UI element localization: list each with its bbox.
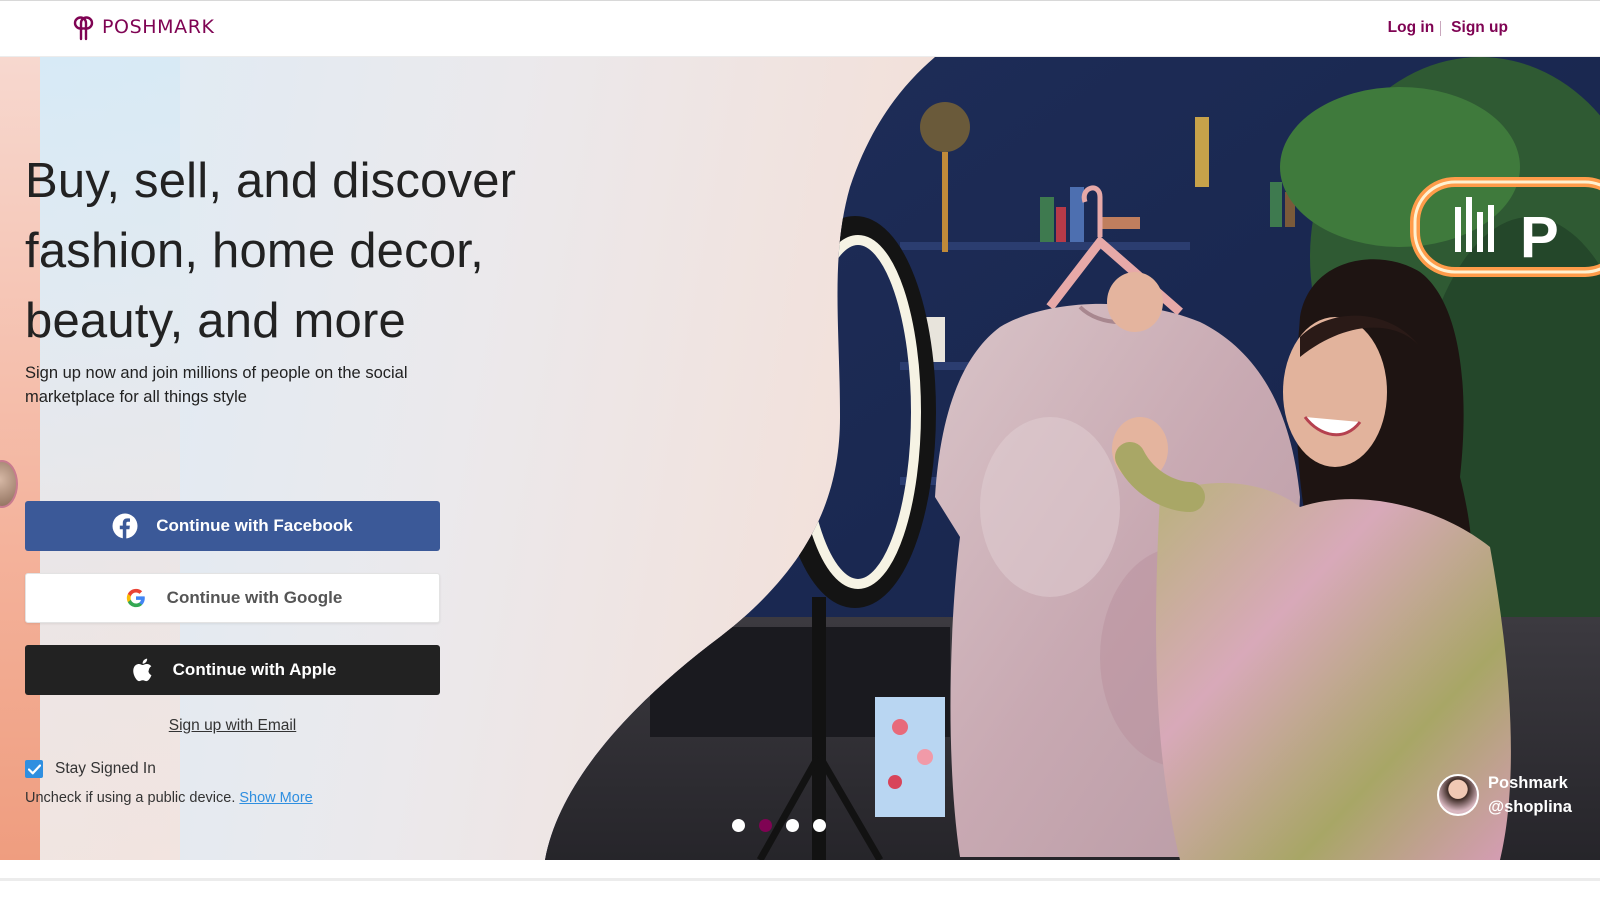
facebook-icon xyxy=(112,513,138,539)
carousel-dot[interactable] xyxy=(786,819,799,832)
poshmark-logo-icon xyxy=(73,16,94,41)
public-device-note: Uncheck if using a public device. Show Mo… xyxy=(25,790,313,806)
credit-avatar xyxy=(1437,774,1479,816)
facebook-button-label: Continue with Facebook xyxy=(156,516,353,535)
apple-button-label: Continue with Apple xyxy=(172,660,337,679)
hero-subline: Sign up now and join millions of people … xyxy=(25,364,408,406)
credit-line-2: @shoplina xyxy=(1488,798,1572,816)
credit-line-1: Poshmark xyxy=(1488,774,1568,792)
carousel-dot-active[interactable] xyxy=(759,819,772,832)
bottom-divider xyxy=(0,878,1600,881)
show-more-link[interactable]: Show More xyxy=(239,790,312,806)
continue-with-facebook-button[interactable]: Continue with Facebook xyxy=(25,501,440,551)
continue-with-apple-button[interactable]: Continue with Apple xyxy=(25,645,440,695)
google-icon xyxy=(123,585,149,611)
hero-headline: Buy, sell, and discover fashion, home de… xyxy=(25,154,517,348)
apple-icon xyxy=(129,657,155,683)
nav-divider xyxy=(1440,20,1442,36)
continue-with-google-button[interactable]: Continue with Google xyxy=(25,573,440,623)
hero-section: P Buy, sell, and discover fashion, home … xyxy=(0,57,1600,860)
auth-nav: Log in Sign up xyxy=(1388,19,1508,37)
carousel-dots xyxy=(732,819,826,832)
brand-name: POSHMARK xyxy=(102,16,215,38)
top-nav: POSHMARK Log in Sign up xyxy=(0,1,1600,57)
checkmark-icon xyxy=(27,763,41,774)
sign-up-with-email-link[interactable]: Sign up with Email xyxy=(25,717,440,735)
stay-signed-in-checkbox[interactable] xyxy=(25,760,43,778)
public-device-note-text: Uncheck if using a public device. xyxy=(25,790,236,806)
signup-link[interactable]: Sign up xyxy=(1451,19,1508,37)
google-button-label: Continue with Google xyxy=(166,588,343,607)
carousel-dot[interactable] xyxy=(732,819,745,832)
credit-text: Poshmark @shoplina xyxy=(1488,771,1572,819)
svg-text:P: P xyxy=(1520,205,1559,270)
poshmark-logo[interactable]: POSHMARK xyxy=(72,13,215,41)
carousel-dot[interactable] xyxy=(813,819,826,832)
stay-signed-in-row[interactable]: Stay Signed In xyxy=(25,760,156,778)
stay-signed-in-label: Stay Signed In xyxy=(55,760,156,777)
login-link[interactable]: Log in xyxy=(1388,19,1435,37)
photo-credit: Poshmark @shoplina xyxy=(1437,771,1572,819)
